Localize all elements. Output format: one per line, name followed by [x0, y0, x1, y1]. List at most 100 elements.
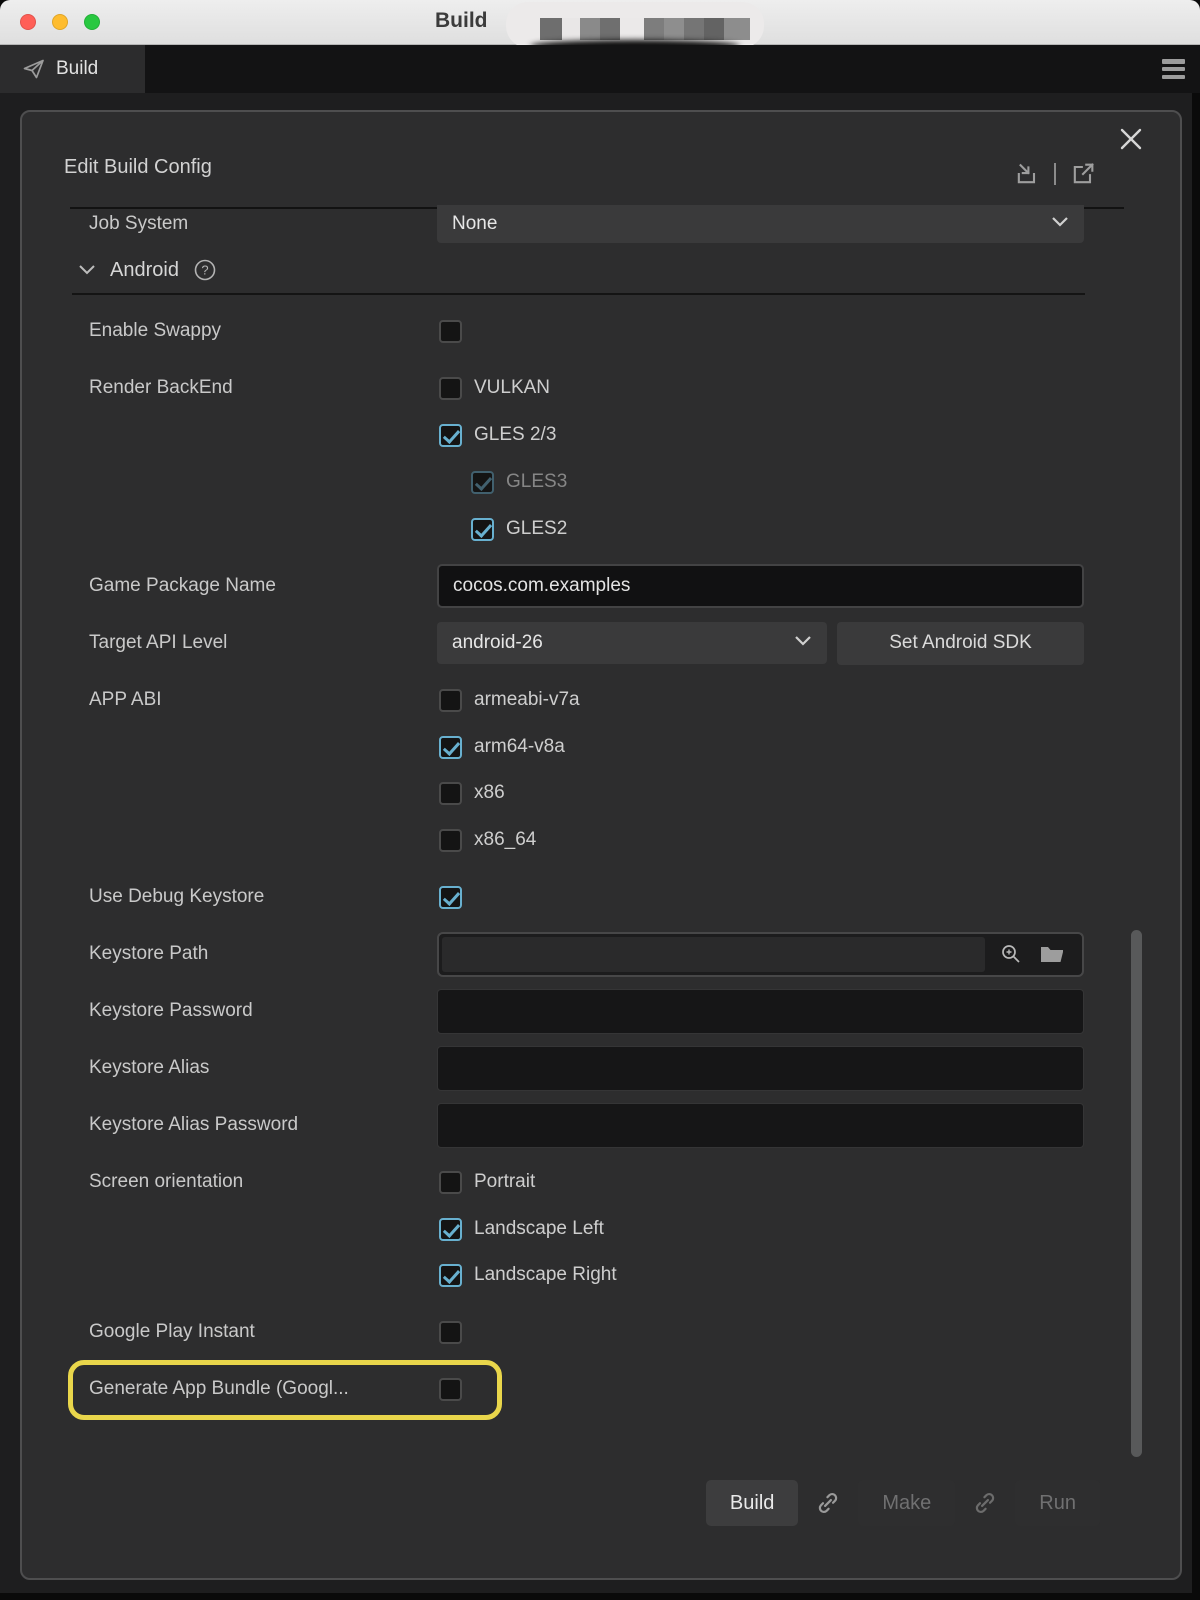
import-config-icon[interactable]: [1013, 160, 1041, 188]
dialog-title: Edit Build Config: [64, 156, 212, 179]
magnifier-icon[interactable]: [999, 942, 1023, 966]
folder-icon[interactable]: [1039, 943, 1065, 965]
job-system-label: Job System: [22, 213, 437, 235]
x86-64-label: x86_64: [474, 829, 536, 851]
app-window: Build Build: [0, 0, 1200, 1600]
gles23-label: GLES 2/3: [474, 424, 556, 446]
job-system-value: None: [452, 213, 497, 235]
target-api-level-select[interactable]: android-26: [437, 622, 827, 664]
row-job-system: Job System None: [22, 201, 1184, 247]
chevron-down-icon: [1050, 213, 1070, 235]
keystore-path-group: [437, 932, 1084, 977]
vulkan-checkbox[interactable]: [439, 377, 462, 400]
row-use-debug-keystore: Use Debug Keystore: [22, 874, 1184, 920]
link-icon: [971, 1489, 999, 1517]
page-background: Edit Build Config Job System None: [0, 93, 1192, 1593]
keystore-alias-password-input[interactable]: [437, 1103, 1084, 1148]
landscape-right-label: Landscape Right: [474, 1264, 617, 1286]
enable-swappy-checkbox[interactable]: [439, 320, 462, 343]
row-enable-swappy: Enable Swappy: [22, 308, 1184, 354]
help-icon[interactable]: ?: [193, 258, 217, 282]
target-api-level-value: android-26: [452, 632, 543, 654]
armeabi-v7a-label: armeabi-v7a: [474, 689, 580, 711]
keystore-path-input[interactable]: [442, 937, 985, 972]
landscape-right-checkbox[interactable]: [439, 1264, 462, 1287]
gles3-label: GLES3: [506, 471, 567, 493]
app-abi-label: APP ABI: [22, 689, 437, 711]
x86-64-checkbox[interactable]: [439, 829, 462, 852]
use-debug-keystore-label: Use Debug Keystore: [22, 886, 437, 908]
row-generate-app-bundle: Generate App Bundle (Googl...: [22, 1366, 1184, 1412]
row-render-backend: Render BackEnd VULKAN: [22, 365, 1184, 411]
row-google-play-instant: Google Play Instant: [22, 1309, 1184, 1355]
target-api-level-label: Target API Level: [22, 632, 437, 654]
row-keystore-alias: Keystore Alias: [22, 1045, 1184, 1091]
gles23-checkbox[interactable]: [439, 424, 462, 447]
landscape-left-checkbox[interactable]: [439, 1218, 462, 1241]
svg-text:?: ?: [201, 263, 208, 278]
row-keystore-alias-password: Keystore Alias Password: [22, 1102, 1184, 1148]
zoom-window-button[interactable]: [84, 14, 100, 30]
x86-label: x86: [474, 782, 505, 804]
chevron-down-icon: [793, 632, 813, 654]
generate-app-bundle-checkbox[interactable]: [439, 1378, 462, 1401]
row-arm64-v8a: arm64-v8a: [22, 724, 1184, 770]
collapse-chevron-icon: [78, 264, 96, 276]
enable-swappy-label: Enable Swappy: [22, 320, 437, 342]
redacted-title-area: [506, 2, 764, 48]
google-play-instant-label: Google Play Instant: [22, 1321, 437, 1343]
row-gles3: GLES3: [22, 459, 1184, 505]
section-android-label: Android: [110, 259, 179, 282]
row-gles2: GLES2: [22, 506, 1184, 552]
row-app-abi: APP ABI armeabi-v7a: [22, 677, 1184, 723]
row-landscape-left: Landscape Left: [22, 1206, 1184, 1252]
screen-orientation-label: Screen orientation: [22, 1171, 437, 1193]
vulkan-label: VULKAN: [474, 377, 550, 399]
edit-build-config-dialog: Edit Build Config Job System None: [20, 110, 1182, 1580]
use-debug-keystore-checkbox[interactable]: [439, 886, 462, 909]
arm64-v8a-checkbox[interactable]: [439, 736, 462, 759]
landscape-left-label: Landscape Left: [474, 1218, 604, 1240]
game-package-name-input[interactable]: [437, 564, 1084, 608]
gles2-label: GLES2: [506, 518, 567, 540]
vertical-scrollbar[interactable]: [1131, 930, 1142, 1457]
minimize-window-button[interactable]: [52, 14, 68, 30]
footer-actions: Build Make Run: [706, 1480, 1100, 1526]
icon-divider: [1054, 163, 1056, 185]
make-button[interactable]: Make: [858, 1480, 955, 1526]
set-android-sdk-button[interactable]: Set Android SDK: [837, 622, 1084, 665]
tab-build[interactable]: Build: [0, 45, 145, 93]
row-game-package-name: Game Package Name: [22, 563, 1184, 609]
close-icon[interactable]: [1116, 124, 1146, 154]
section-android[interactable]: Android ?: [78, 247, 217, 293]
link-icon: [814, 1489, 842, 1517]
arm64-v8a-label: arm64-v8a: [474, 736, 565, 758]
run-button[interactable]: Run: [1015, 1480, 1100, 1526]
close-window-button[interactable]: [20, 14, 36, 30]
menu-icon[interactable]: [1162, 59, 1185, 79]
portrait-checkbox[interactable]: [439, 1171, 462, 1194]
row-target-api-level: Target API Level android-26 Set Android …: [22, 620, 1184, 666]
export-config-icon[interactable]: [1069, 160, 1097, 188]
tab-bar: Build: [0, 45, 1200, 93]
job-system-select[interactable]: None: [437, 205, 1084, 243]
window-title: Build: [435, 9, 488, 33]
keystore-alias-input[interactable]: [437, 1046, 1084, 1091]
generate-app-bundle-label: Generate App Bundle (Googl...: [22, 1378, 437, 1400]
keystore-alias-password-label: Keystore Alias Password: [22, 1114, 437, 1136]
row-keystore-path: Keystore Path: [22, 931, 1184, 977]
row-screen-orientation: Screen orientation Portrait: [22, 1159, 1184, 1205]
tab-build-label: Build: [56, 58, 98, 80]
render-backend-label: Render BackEnd: [22, 377, 437, 399]
build-button[interactable]: Build: [706, 1480, 798, 1526]
section-divider: [72, 293, 1085, 295]
keystore-password-input[interactable]: [437, 989, 1084, 1034]
row-keystore-password: Keystore Password: [22, 988, 1184, 1034]
armeabi-v7a-checkbox[interactable]: [439, 689, 462, 712]
paper-plane-icon: [22, 57, 46, 81]
x86-checkbox[interactable]: [439, 782, 462, 805]
google-play-instant-checkbox[interactable]: [439, 1321, 462, 1344]
gles2-checkbox[interactable]: [471, 518, 494, 541]
row-gles23: GLES 2/3: [22, 412, 1184, 458]
titlebar: Build: [0, 0, 1200, 45]
